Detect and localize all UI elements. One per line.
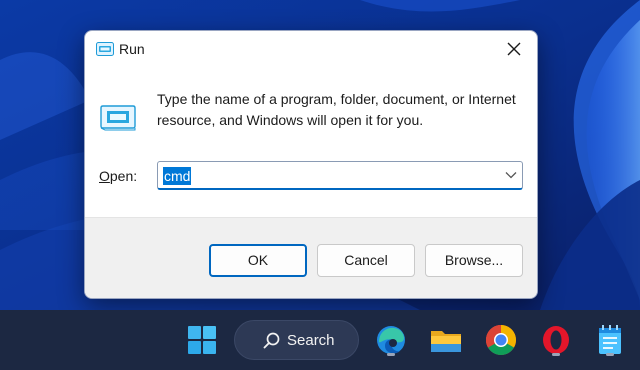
ok-button[interactable]: OK: [209, 244, 307, 277]
taskbar: Search: [0, 310, 640, 370]
taskbar-app-opera[interactable]: [538, 322, 574, 358]
running-indicator: [552, 353, 560, 356]
taskbar-app-edge[interactable]: [373, 322, 409, 358]
start-button[interactable]: [184, 322, 220, 358]
cancel-button[interactable]: Cancel: [317, 244, 415, 277]
search-label: Search: [287, 332, 335, 349]
run-app-icon: [96, 42, 114, 56]
close-icon: [507, 42, 521, 56]
open-input-value[interactable]: cmd: [163, 167, 192, 185]
dialog-description: Type the name of a program, folder, docu…: [157, 91, 516, 128]
windows-logo-icon: [188, 326, 216, 354]
search-icon: [263, 332, 280, 349]
open-combobox[interactable]: cmd: [157, 161, 523, 190]
taskbar-app-notepad[interactable]: [592, 322, 628, 358]
dialog-footer: OK Cancel Browse...: [85, 217, 537, 298]
taskbar-app-file-explorer[interactable]: [428, 322, 464, 358]
taskbar-search[interactable]: Search: [234, 320, 359, 360]
browse-button[interactable]: Browse...: [425, 244, 523, 277]
run-program-icon: [100, 105, 136, 131]
chevron-down-icon[interactable]: [505, 171, 517, 179]
folder-icon: [431, 331, 461, 352]
running-indicator: [606, 353, 614, 356]
title-bar[interactable]: Run: [85, 31, 537, 69]
running-indicator: [387, 353, 395, 356]
run-dialog: Run Type the name of a program, folder, …: [84, 30, 538, 299]
dialog-title: Run: [119, 41, 145, 57]
close-button[interactable]: [491, 31, 537, 67]
taskbar-app-chrome[interactable]: [483, 322, 519, 358]
chrome-icon: [485, 325, 517, 356]
open-label: Open:: [99, 168, 138, 184]
